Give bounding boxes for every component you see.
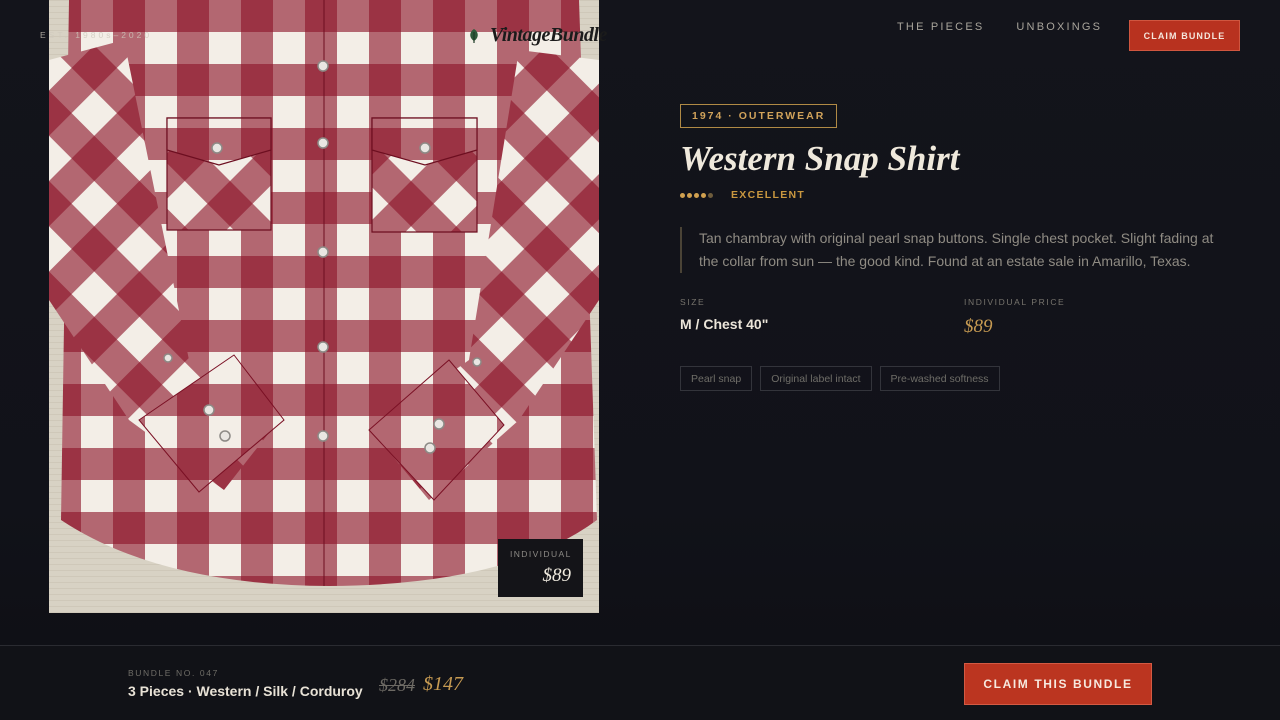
brand-name: VintageBundle	[490, 24, 607, 46]
claim-bundle-button[interactable]: CLAIM BUNDLE	[1129, 20, 1240, 51]
individual-price-tag-label: INDIVIDUAL	[510, 549, 572, 559]
condition-dots	[680, 192, 713, 198]
product-title: Western Snap Shirt	[680, 139, 960, 178]
condition-dot-2	[687, 192, 692, 198]
bundle-number: BUNDLE NO. 047	[128, 668, 219, 678]
tag-original-label: Original label intact	[760, 366, 872, 391]
era-category-badge: 1974 · OUTERWEAR	[680, 104, 838, 128]
individual-price-tag: INDIVIDUAL $89	[498, 539, 583, 597]
feature-tags: Pearl snap Original label intact Pre-was…	[680, 366, 1000, 391]
tag-pre-washed: Pre-washed softness	[879, 366, 1000, 391]
claim-this-bundle-button[interactable]: CLAIM THIS BUNDLE	[964, 663, 1152, 705]
condition-dot-5	[708, 192, 713, 198]
established-text: EST. 1980s–2020	[40, 30, 153, 40]
product-page: INDIVIDUAL $89 EST. 1980s–2020 VintageBu…	[0, 0, 1280, 720]
product-description: Tan chambray with original pearl snap bu…	[680, 227, 1220, 273]
gingham-shirt-illustration	[49, 0, 599, 613]
nav-the-pieces[interactable]: THE PIECES	[897, 21, 984, 33]
tag-pearl-snap: Pearl snap	[680, 366, 753, 391]
brand-logo[interactable]: VintageBundle	[466, 24, 607, 47]
bundle-price: $147	[423, 673, 463, 695]
size-label: SIZE	[680, 297, 706, 307]
condition-rating: EXCELLENT	[680, 189, 805, 201]
condition-dot-1	[680, 192, 685, 198]
bundle-original-price: $284	[379, 675, 415, 695]
leaf-icon	[470, 28, 478, 43]
bundle-summary: 3 Pieces · Western / Silk / Corduroy	[128, 683, 363, 699]
condition-dot-3	[694, 192, 699, 198]
size-value: M / Chest 40"	[680, 316, 769, 332]
product-image: INDIVIDUAL $89	[49, 0, 599, 613]
condition-dot-4	[701, 192, 706, 198]
bundle-bar: BUNDLE NO. 047 3 Pieces · Western / Silk…	[0, 645, 1280, 720]
individual-price-tag-value: $89	[542, 565, 572, 586]
nav-unboxings[interactable]: UNBOXINGS	[1016, 21, 1102, 33]
individual-price-label: INDIVIDUAL PRICE	[964, 297, 1066, 307]
condition-label: EXCELLENT	[731, 189, 806, 201]
main-nav: THE PIECES UNBOXINGS	[897, 21, 1102, 33]
individual-price-value: $89	[964, 316, 993, 337]
